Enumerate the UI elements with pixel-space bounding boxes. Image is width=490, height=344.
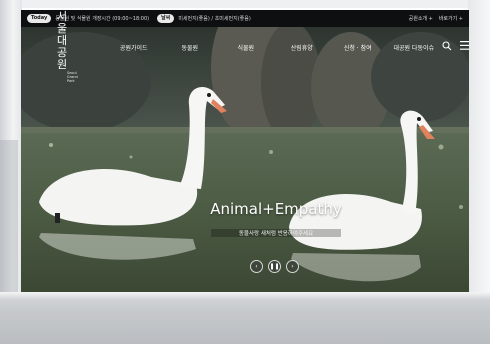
menu-item-park-guide[interactable]: 공원가이드 bbox=[106, 43, 162, 52]
topbar-links: 공원소개 + 바로가기 + bbox=[409, 15, 463, 22]
main-menu: 공원가이드 동물원 식물원 산림휴양 신청 · 참여 대공원 다동이슈 bbox=[106, 43, 442, 52]
slider-next-button[interactable]: › bbox=[286, 260, 299, 273]
utility-topbar: Today 동물원 및 식물원 개장시간 (09:00~18:00) 날씨 미세… bbox=[21, 10, 469, 27]
hero-subline: 동물사랑 새처럼 반응하여주세요 bbox=[211, 229, 341, 237]
menu-item-botanical-garden[interactable]: 식물원 bbox=[218, 43, 274, 52]
slider-pause-button[interactable]: ❚❚ bbox=[268, 260, 281, 273]
hamburger-menu-icon[interactable] bbox=[459, 41, 469, 53]
monitor-bezel-bottom bbox=[0, 292, 490, 344]
slider-prev-button[interactable]: ‹ bbox=[250, 260, 263, 273]
hero-headline: Animal+Empathy bbox=[210, 200, 342, 218]
hero-image bbox=[21, 27, 469, 297]
menu-item-park-issues[interactable]: 대공원 다동이슈 bbox=[386, 43, 442, 52]
monitor-bezel-top bbox=[0, 0, 490, 8]
main-navigation: 서울대공원 Seoul Grand Park 공원가이드 동물원 식물원 산림휴… bbox=[21, 11, 469, 83]
menu-item-apply-participate[interactable]: 신청 · 참여 bbox=[330, 43, 386, 52]
slider-controls: ‹ ❚❚ › bbox=[250, 260, 299, 273]
nav-icons bbox=[442, 40, 469, 54]
menu-item-zoo[interactable]: 동물원 bbox=[162, 43, 218, 52]
logo-subtext: Seoul Grand Park bbox=[67, 71, 78, 83]
website-screen: Today 동물원 및 식물원 개장시간 (09:00~18:00) 날씨 미세… bbox=[21, 10, 469, 297]
park-intro-link[interactable]: 공원소개 + bbox=[409, 15, 433, 22]
monitor-side-shadow bbox=[0, 140, 18, 300]
swans-on-water-image bbox=[21, 27, 469, 297]
shortcuts-link[interactable]: 바로가기 + bbox=[439, 15, 463, 22]
menu-item-forest-recreation[interactable]: 산림휴양 bbox=[274, 43, 330, 52]
site-logo[interactable]: 서울대공원 Seoul Grand Park bbox=[57, 10, 78, 84]
monitor-bezel-right bbox=[468, 0, 490, 300]
logo-text: 서울대공원 bbox=[57, 10, 68, 71]
weather-badge: 날씨 bbox=[157, 14, 175, 23]
search-icon[interactable] bbox=[442, 40, 452, 54]
monitor-bezel-sheen bbox=[0, 292, 490, 300]
today-badge: Today bbox=[27, 14, 52, 23]
air-quality-text: 미세먼지(좋음) / 초미세먼지(좋음) bbox=[178, 16, 251, 22]
